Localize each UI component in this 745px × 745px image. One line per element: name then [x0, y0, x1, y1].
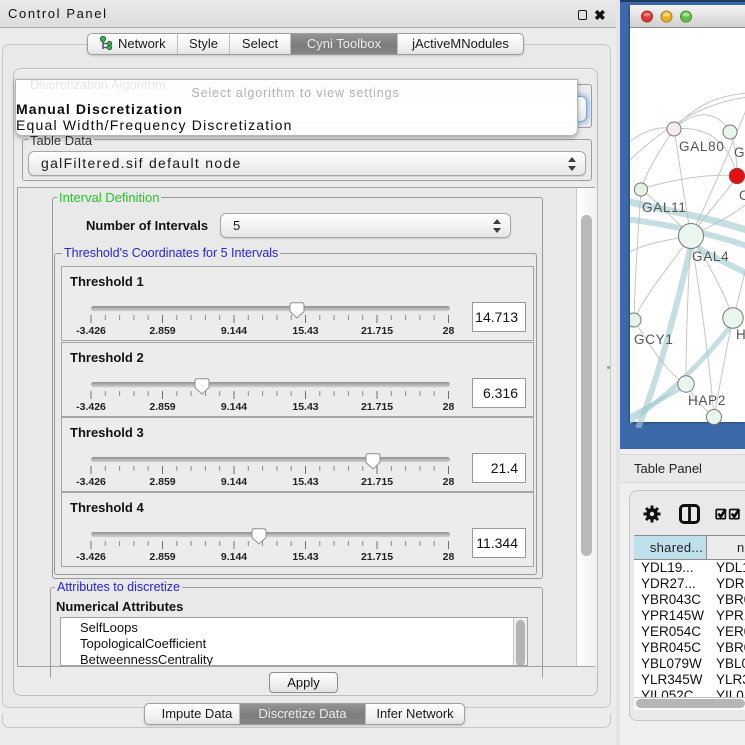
- svg-text:G...: G...: [734, 145, 745, 160]
- svg-text:C: C: [739, 188, 745, 203]
- svg-text:GAL4: GAL4: [692, 249, 729, 264]
- svg-text:HIS: HIS: [736, 327, 745, 342]
- svg-text:HAP2: HAP2: [688, 393, 726, 408]
- svg-text:GAL80: GAL80: [679, 139, 725, 154]
- svg-text:GCY1: GCY1: [634, 332, 674, 347]
- svg-text:GAL11: GAL11: [642, 200, 687, 215]
